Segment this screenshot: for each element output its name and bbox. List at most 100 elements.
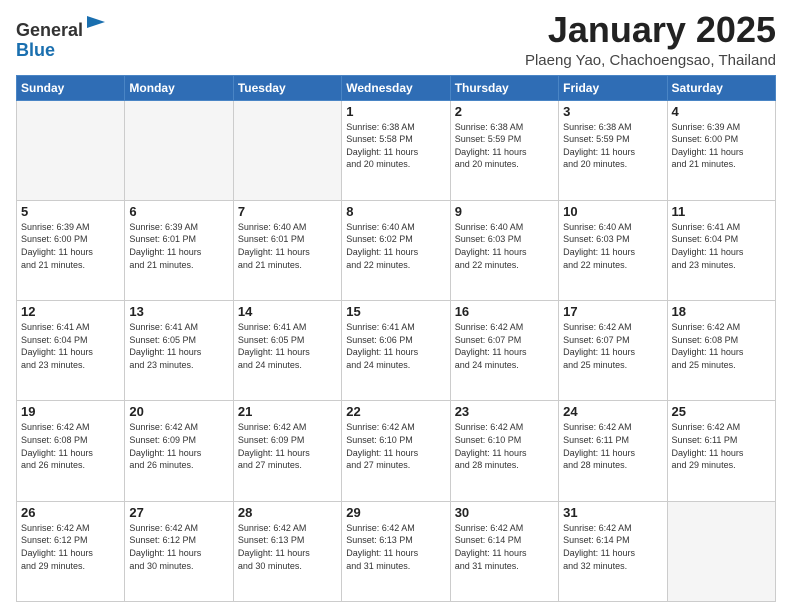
day-info: Sunrise: 6:42 AMSunset: 6:14 PMDaylight:… xyxy=(563,522,662,572)
calendar-cell: 4 Sunrise: 6:39 AMSunset: 6:00 PMDaylight… xyxy=(667,100,775,200)
calendar-cell xyxy=(667,501,775,601)
day-info: Sunrise: 6:42 AMSunset: 6:13 PMDaylight:… xyxy=(238,522,337,572)
calendar-cell: 16 Sunrise: 6:42 AMSunset: 6:07 PMDayligh… xyxy=(450,301,558,401)
day-number: 13 xyxy=(129,304,228,319)
calendar-cell: 23Sunrise: 6:42 AMSunset: 6:10 PMDayligh… xyxy=(450,401,558,501)
day-number: 16 xyxy=(455,304,554,319)
day-info: Sunrise: 6:41 AMSunset: 6:05 PMDaylight:… xyxy=(129,321,228,371)
day-number: 6 xyxy=(129,204,228,219)
day-number: 19 xyxy=(21,404,120,419)
day-number: 22 xyxy=(346,404,445,419)
col-wednesday: Wednesday xyxy=(342,75,450,100)
day-info: Sunrise: 6:41 AMSunset: 6:05 PMDaylight:… xyxy=(238,321,337,371)
calendar-week-5: 26 Sunrise: 6:42 AMSunset: 6:12 PMDayligh… xyxy=(17,501,776,601)
day-number: 31 xyxy=(563,505,662,520)
day-info: Sunrise: 6:38 AMSunset: 5:58 PMDaylight:… xyxy=(346,121,445,171)
day-info: Sunrise: 6:42 AMSunset: 6:07 PMDaylight:… xyxy=(563,321,662,371)
col-friday: Friday xyxy=(559,75,667,100)
day-info: Sunrise: 6:40 AMSunset: 6:02 PMDaylight:… xyxy=(346,221,445,271)
calendar-cell: 20 Sunrise: 6:42 AMSunset: 6:09 PMDayligh… xyxy=(125,401,233,501)
logo: General Blue xyxy=(16,14,107,61)
calendar-cell: 2Sunrise: 6:38 AMSunset: 5:59 PMDaylight… xyxy=(450,100,558,200)
page: General Blue January 2025 Plaeng Yao, Ch… xyxy=(0,0,792,612)
calendar-cell xyxy=(17,100,125,200)
day-number: 7 xyxy=(238,204,337,219)
day-number: 4 xyxy=(672,104,771,119)
day-info: Sunrise: 6:40 AMSunset: 6:03 PMDaylight:… xyxy=(455,221,554,271)
day-info: Sunrise: 6:42 AMSunset: 6:09 PMDaylight:… xyxy=(238,421,337,471)
day-number: 15 xyxy=(346,304,445,319)
calendar-cell: 5 Sunrise: 6:39 AMSunset: 6:00 PMDaylight… xyxy=(17,200,125,300)
day-info: Sunrise: 6:41 AMSunset: 6:06 PMDaylight:… xyxy=(346,321,445,371)
calendar-cell: 25Sunrise: 6:42 AMSunset: 6:11 PMDayligh… xyxy=(667,401,775,501)
day-number: 9 xyxy=(455,204,554,219)
calendar-cell: 12 Sunrise: 6:41 AMSunset: 6:04 PMDayligh… xyxy=(17,301,125,401)
header: General Blue January 2025 Plaeng Yao, Ch… xyxy=(16,10,776,69)
day-number: 23 xyxy=(455,404,554,419)
day-number: 8 xyxy=(346,204,445,219)
day-info: Sunrise: 6:42 AMSunset: 6:14 PMDaylight:… xyxy=(455,522,554,572)
calendar-cell: 15 Sunrise: 6:41 AMSunset: 6:06 PMDayligh… xyxy=(342,301,450,401)
day-number: 17 xyxy=(563,304,662,319)
calendar-cell: 6Sunrise: 6:39 AMSunset: 6:01 PMDaylight… xyxy=(125,200,233,300)
day-number: 1 xyxy=(346,104,445,119)
day-info: Sunrise: 6:40 AMSunset: 6:01 PMDaylight:… xyxy=(238,221,337,271)
day-number: 10 xyxy=(563,204,662,219)
calendar-cell: 14Sunrise: 6:41 AMSunset: 6:05 PMDayligh… xyxy=(233,301,341,401)
day-info: Sunrise: 6:38 AMSunset: 5:59 PMDaylight:… xyxy=(455,121,554,171)
title-block: January 2025 Plaeng Yao, Chachoengsao, T… xyxy=(525,10,776,69)
calendar-cell: 1 Sunrise: 6:38 AMSunset: 5:58 PMDaylight… xyxy=(342,100,450,200)
day-info: Sunrise: 6:42 AMSunset: 6:08 PMDaylight:… xyxy=(21,421,120,471)
logo-blue-text: Blue xyxy=(16,40,55,60)
col-sunday: Sunday xyxy=(17,75,125,100)
day-info: Sunrise: 6:42 AMSunset: 6:08 PMDaylight:… xyxy=(672,321,771,371)
col-monday: Monday xyxy=(125,75,233,100)
calendar-cell: 28 Sunrise: 6:42 AMSunset: 6:13 PMDayligh… xyxy=(233,501,341,601)
day-info: Sunrise: 6:42 AMSunset: 6:12 PMDaylight:… xyxy=(129,522,228,572)
calendar-cell: 7 Sunrise: 6:40 AMSunset: 6:01 PMDaylight… xyxy=(233,200,341,300)
col-saturday: Saturday xyxy=(667,75,775,100)
calendar-week-2: 5 Sunrise: 6:39 AMSunset: 6:00 PMDaylight… xyxy=(17,200,776,300)
calendar-cell: 18Sunrise: 6:42 AMSunset: 6:08 PMDayligh… xyxy=(667,301,775,401)
day-info: Sunrise: 6:42 AMSunset: 6:07 PMDaylight:… xyxy=(455,321,554,371)
calendar-cell: 21 Sunrise: 6:42 AMSunset: 6:09 PMDayligh… xyxy=(233,401,341,501)
day-info: Sunrise: 6:39 AMSunset: 6:00 PMDaylight:… xyxy=(672,121,771,171)
day-number: 21 xyxy=(238,404,337,419)
day-info: Sunrise: 6:42 AMSunset: 6:09 PMDaylight:… xyxy=(129,421,228,471)
weekday-header-row: Sunday Monday Tuesday Wednesday Thursday… xyxy=(17,75,776,100)
day-number: 5 xyxy=(21,204,120,219)
logo-general-text: General xyxy=(16,20,83,40)
day-info: Sunrise: 6:41 AMSunset: 6:04 PMDaylight:… xyxy=(672,221,771,271)
calendar-cell: 13 Sunrise: 6:41 AMSunset: 6:05 PMDayligh… xyxy=(125,301,233,401)
day-number: 12 xyxy=(21,304,120,319)
calendar-title: January 2025 xyxy=(525,10,776,50)
day-number: 26 xyxy=(21,505,120,520)
day-info: Sunrise: 6:40 AMSunset: 6:03 PMDaylight:… xyxy=(563,221,662,271)
calendar-cell: 27Sunrise: 6:42 AMSunset: 6:12 PMDayligh… xyxy=(125,501,233,601)
day-number: 24 xyxy=(563,404,662,419)
calendar-week-3: 12 Sunrise: 6:41 AMSunset: 6:04 PMDayligh… xyxy=(17,301,776,401)
col-thursday: Thursday xyxy=(450,75,558,100)
day-info: Sunrise: 6:42 AMSunset: 6:11 PMDaylight:… xyxy=(563,421,662,471)
day-info: Sunrise: 6:39 AMSunset: 6:00 PMDaylight:… xyxy=(21,221,120,271)
calendar-week-4: 19 Sunrise: 6:42 AMSunset: 6:08 PMDayligh… xyxy=(17,401,776,501)
calendar-cell: 11Sunrise: 6:41 AMSunset: 6:04 PMDayligh… xyxy=(667,200,775,300)
calendar-cell: 10 Sunrise: 6:40 AMSunset: 6:03 PMDayligh… xyxy=(559,200,667,300)
day-info: Sunrise: 6:42 AMSunset: 6:13 PMDaylight:… xyxy=(346,522,445,572)
calendar-cell: 17 Sunrise: 6:42 AMSunset: 6:07 PMDayligh… xyxy=(559,301,667,401)
calendar-cell: 8 Sunrise: 6:40 AMSunset: 6:02 PMDaylight… xyxy=(342,200,450,300)
day-number: 20 xyxy=(129,404,228,419)
day-number: 30 xyxy=(455,505,554,520)
calendar-cell: 22Sunrise: 6:42 AMSunset: 6:10 PMDayligh… xyxy=(342,401,450,501)
calendar-location: Plaeng Yao, Chachoengsao, Thailand xyxy=(525,52,776,69)
day-info: Sunrise: 6:42 AMSunset: 6:11 PMDaylight:… xyxy=(672,421,771,471)
day-info: Sunrise: 6:41 AMSunset: 6:04 PMDaylight:… xyxy=(21,321,120,371)
day-info: Sunrise: 6:42 AMSunset: 6:12 PMDaylight:… xyxy=(21,522,120,572)
calendar-table: Sunday Monday Tuesday Wednesday Thursday… xyxy=(16,75,776,602)
calendar-cell xyxy=(125,100,233,200)
day-number: 3 xyxy=(563,104,662,119)
day-number: 28 xyxy=(238,505,337,520)
day-info: Sunrise: 6:38 AMSunset: 5:59 PMDaylight:… xyxy=(563,121,662,171)
calendar-cell: 30 Sunrise: 6:42 AMSunset: 6:14 PMDayligh… xyxy=(450,501,558,601)
calendar-cell: 9 Sunrise: 6:40 AMSunset: 6:03 PMDaylight… xyxy=(450,200,558,300)
